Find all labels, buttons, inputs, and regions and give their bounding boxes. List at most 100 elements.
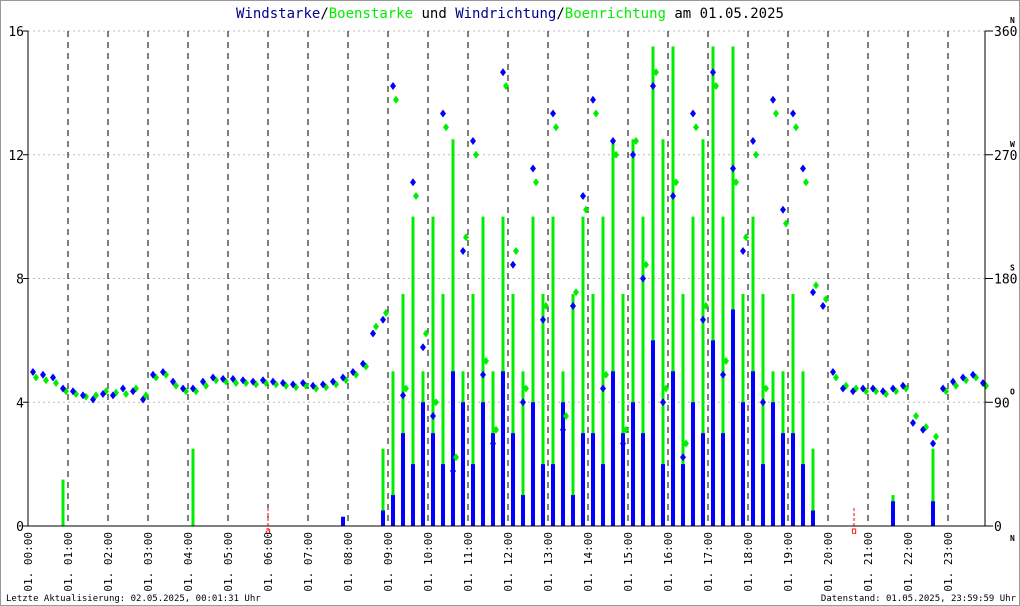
- gust-bar: [571, 293, 575, 526]
- wind-speed-bar: [431, 433, 435, 526]
- wind-direction-point: [570, 302, 576, 310]
- wind-speed-bar: [781, 433, 785, 526]
- wind-direction-point: [740, 247, 746, 255]
- wind-direction-point: [590, 95, 596, 104]
- gust-direction-point: [753, 150, 759, 159]
- wind-direction-point: [730, 164, 736, 173]
- x-tick-label: 01. 04:00: [182, 532, 195, 592]
- y-right-tick-label: 0: [994, 520, 1002, 535]
- wind-direction-point: [910, 418, 916, 427]
- wind-direction-point: [430, 412, 436, 420]
- points: [30, 68, 989, 475]
- x-tick-label: 01. 21:00: [862, 532, 875, 592]
- gust-direction-point: [373, 322, 379, 331]
- y-right-tick-label: 180: [994, 273, 1017, 288]
- wind-direction-point: [440, 109, 446, 118]
- y-left-tick-label: 8: [16, 273, 24, 288]
- wind-direction-point: [410, 178, 416, 187]
- wind-speed-bar: [341, 516, 345, 526]
- wind-direction-point: [490, 439, 496, 448]
- y-left-tick-label: 12: [8, 149, 24, 164]
- compass-label: W: [1010, 140, 1015, 149]
- compass-label: N: [1010, 534, 1015, 543]
- wind-speed-bar: [611, 371, 615, 526]
- wind-speed-bar: [571, 495, 575, 526]
- y-right-tick-label: 90: [994, 396, 1010, 411]
- wind-direction-point: [540, 315, 546, 324]
- wind-speed-bar: [791, 433, 795, 526]
- x-tick-label: 01. 15:00: [622, 532, 635, 592]
- x-tick-label: 01. 06:00: [262, 532, 275, 592]
- wind-direction-point: [520, 398, 526, 407]
- title-part-6: Boenrichtung: [565, 6, 666, 22]
- wind-speed-bar: [711, 340, 715, 526]
- title-part-5: /: [556, 6, 564, 22]
- wind-direction-point: [760, 398, 766, 407]
- wind-speed-bar: [461, 402, 465, 526]
- x-tick-label: 01. 02:00: [102, 532, 115, 592]
- wind-speed-bar: [521, 495, 525, 526]
- gust-direction-point: [443, 123, 449, 132]
- wind-speed-bar: [531, 402, 535, 526]
- wind-speed-bar: [511, 433, 515, 526]
- wind-direction-point: [680, 453, 686, 462]
- x-tick-label: 01. 12:00: [502, 532, 515, 592]
- x-tick-label: 01. 09:00: [382, 532, 395, 592]
- compass-label: S: [1010, 264, 1015, 273]
- wind-direction-point: [510, 260, 516, 269]
- wind-speed-bar: [441, 464, 445, 526]
- wind-direction-point: [610, 137, 616, 145]
- data-state-text: Datenstand: 01.05.2025, 23:59:59 Uhr: [821, 594, 1017, 604]
- wind-direction-point: [450, 467, 456, 475]
- gust-direction-point: [413, 192, 419, 200]
- sunset-label: u: [851, 526, 857, 537]
- wind-speed-bar: [601, 464, 605, 526]
- wind-direction-point: [720, 370, 726, 379]
- wind-speed-bar: [931, 501, 935, 526]
- wind-speed-bar: [671, 371, 675, 526]
- x-tick-label: 01. 18:00: [742, 532, 755, 592]
- gust-direction-point: [393, 95, 399, 104]
- wind-direction-point: [470, 137, 476, 145]
- x-tick-label: 01. 11:00: [462, 532, 475, 592]
- wind-speed-bar: [721, 433, 725, 526]
- wind-speed-bar: [741, 402, 745, 526]
- gust-direction-point: [513, 247, 519, 255]
- wind-speed-bar: [681, 464, 685, 526]
- wind-speed-bar: [481, 402, 485, 526]
- gust-bar: [191, 448, 195, 526]
- wind-direction-point: [500, 68, 506, 77]
- wind-speed-bar: [451, 371, 455, 526]
- x-tick-label: 01. 22:00: [902, 532, 915, 592]
- wind-speed-bar: [631, 402, 635, 526]
- x-tick-label: 01. 10:00: [422, 532, 435, 592]
- wind-direction-point: [650, 82, 656, 90]
- gust-direction-point: [803, 178, 809, 187]
- wind-direction-point: [460, 247, 466, 255]
- wind-speed-bar: [731, 309, 735, 526]
- wind-direction-point: [790, 109, 796, 118]
- wind-speed-bar: [471, 464, 475, 526]
- wind-speed-bar: [661, 464, 665, 526]
- wind-direction-point: [750, 137, 756, 145]
- wind-direction-point: [400, 391, 406, 400]
- x-tick-label: 01. 00:00: [22, 532, 35, 592]
- gust-direction-point: [553, 123, 559, 132]
- title-part-4: Windrichtung: [455, 6, 556, 22]
- wind-direction-point: [480, 370, 486, 379]
- chart-title: Windstarke/Boenstarke und Windrichtung/B…: [236, 6, 784, 22]
- wind-direction-point: [780, 205, 786, 214]
- wind-speed-bar: [641, 433, 645, 526]
- wind-direction-point: [580, 192, 586, 200]
- y-left-tick-label: 16: [8, 25, 24, 40]
- gust-direction-point: [593, 109, 599, 118]
- wind-speed-bar: [561, 402, 565, 526]
- compass-label: N: [1010, 16, 1015, 25]
- wind-direction-point: [770, 95, 776, 104]
- wind-direction-point: [800, 164, 806, 173]
- wind-speed-bar: [891, 501, 895, 526]
- x-tick-label: 01. 08:00: [342, 532, 355, 592]
- wind-direction-point: [370, 329, 376, 338]
- gust-direction-point: [533, 178, 539, 187]
- y-right-tick-label: 360: [994, 25, 1017, 40]
